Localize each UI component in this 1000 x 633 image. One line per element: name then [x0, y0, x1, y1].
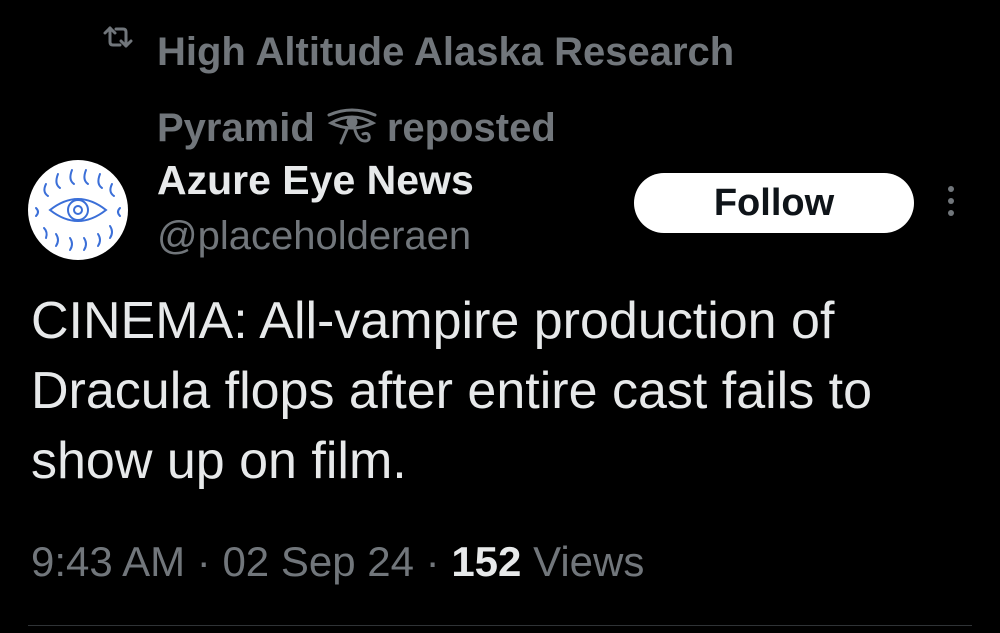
tweet-date[interactable]: 02 Sep 24 — [222, 538, 414, 585]
meta-separator: · — [196, 538, 211, 585]
eye-logo-icon — [35, 169, 121, 251]
author-handle[interactable]: @placeholderaen — [157, 210, 471, 262]
author-name[interactable]: Azure Eye News — [157, 154, 474, 206]
views-count: 152 — [451, 538, 522, 585]
repost-icon — [103, 26, 133, 48]
views-label: Views — [533, 538, 645, 585]
repost-verb: reposted — [386, 106, 556, 150]
tweet-time[interactable]: 9:43 AM — [31, 538, 185, 585]
avatar[interactable] — [28, 160, 128, 260]
meta-separator: · — [425, 538, 440, 585]
divider — [28, 625, 972, 626]
tweet-text: CINEMA: All-vampire production of Dracul… — [31, 292, 873, 490]
more-vertical-icon[interactable] — [938, 180, 964, 226]
repost-text: High Altitude Alaska Research Pyramid re… — [105, 14, 865, 166]
repost-header[interactable]: High Altitude Alaska Research Pyramid re… — [103, 14, 865, 166]
tweet-meta: 9:43 AM · 02 Sep 24 · 152 Views — [31, 534, 644, 590]
follow-button[interactable]: Follow — [634, 173, 914, 233]
eye-of-horus-icon — [327, 108, 377, 145]
